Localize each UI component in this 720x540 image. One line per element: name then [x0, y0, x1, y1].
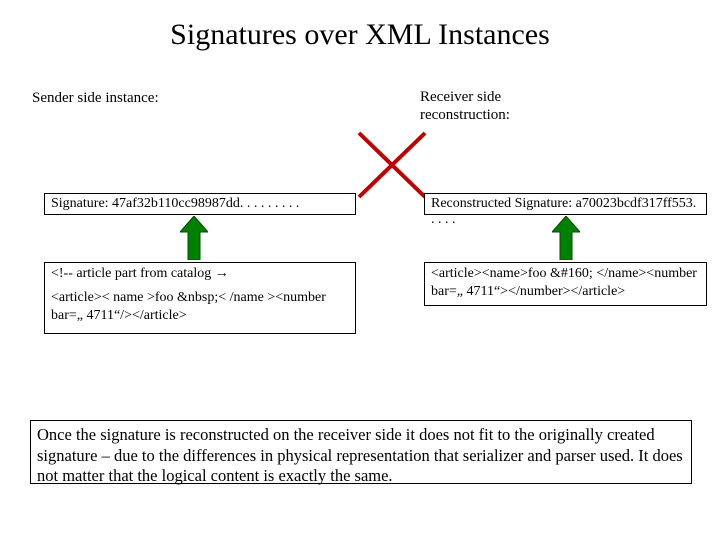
- sender-xml-comment: <!-- article part from catalog →: [51, 265, 349, 283]
- reconstructed-signature-box: Reconstructed Signature: a70023bcdf317ff…: [424, 193, 707, 215]
- sender-xml-content: <article>< name >foo &nbsp;< /name ><num…: [51, 289, 349, 325]
- signature-box: Signature: 47af32b110cc98987dd. . . . . …: [44, 193, 356, 215]
- mismatch-cross-icon: [356, 130, 428, 200]
- explanation-box: Once the signature is reconstructed on t…: [30, 420, 692, 484]
- receiver-xml-box: <article><name>foo &#160; </name><number…: [424, 262, 707, 306]
- arrow-up-icon: [180, 216, 208, 260]
- slide: Signatures over XML Instances Sender sid…: [0, 0, 720, 540]
- arrow-up-icon: [552, 216, 580, 260]
- sender-xml-box: <!-- article part from catalog → <articl…: [44, 262, 356, 334]
- sender-label: Sender side instance:: [32, 90, 159, 107]
- slide-title: Signatures over XML Instances: [0, 18, 720, 52]
- receiver-label: Receiver side reconstruction:: [420, 88, 570, 124]
- receiver-xml-content: <article><name>foo &#160; </name><number…: [431, 265, 700, 301]
